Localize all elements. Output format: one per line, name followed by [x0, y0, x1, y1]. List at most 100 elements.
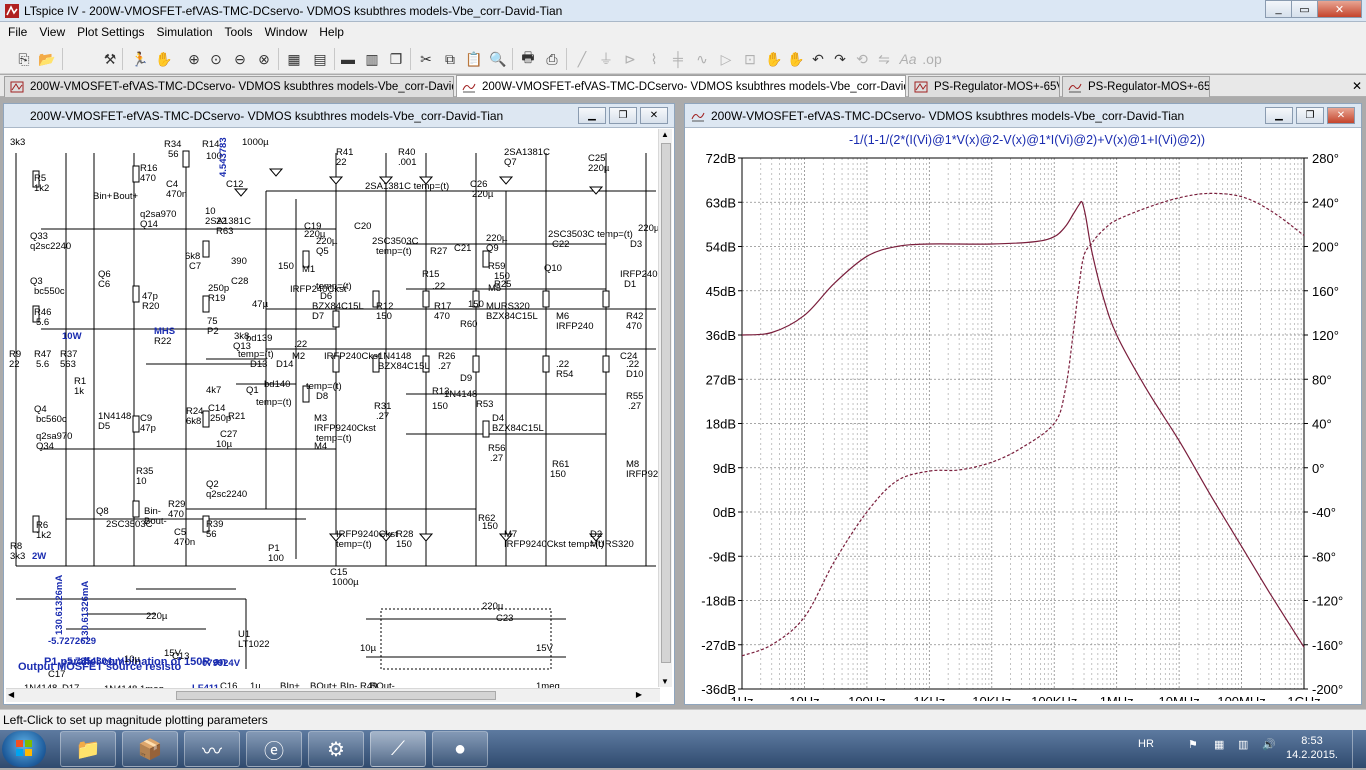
schematic-component[interactable]: [482, 420, 490, 438]
schematic-component[interactable]: [182, 150, 190, 168]
schematic-canvas[interactable]: 3k3R51k2Q33q2sc2240Q3bc550cR465.6R922R47…: [6, 129, 660, 701]
run-icon[interactable]: 🏃: [130, 49, 150, 69]
paste-icon[interactable]: 📋: [464, 49, 484, 69]
schematic-component[interactable]: [422, 290, 430, 308]
internet-explorer-icon[interactable]: ⓔ: [246, 731, 302, 767]
print-icon[interactable]: ⎙: [542, 49, 562, 69]
find-icon[interactable]: 🔍: [488, 49, 508, 69]
bode-plot[interactable]: -1/(1-1/(2*(I(Vi)@1*V(x)@2-V(x)@1*I(Vi)@…: [687, 129, 1359, 701]
network-icon[interactable]: ▦: [1214, 738, 1224, 751]
installer-icon[interactable]: 📦: [122, 731, 178, 767]
schematic-component[interactable]: [602, 290, 610, 308]
tile-vertical-icon[interactable]: ▥: [362, 49, 382, 69]
vertical-scrollbar[interactable]: ▲ ▼: [658, 129, 672, 687]
schematic-component[interactable]: [472, 355, 480, 373]
settings-app-icon[interactable]: ⚙: [308, 731, 364, 767]
menu-simulation[interactable]: Simulation: [151, 22, 219, 42]
schematic-component[interactable]: [132, 285, 140, 303]
tab-waveform-2[interactable]: PS-Regulator-MOS+-65V: [1062, 76, 1210, 97]
waveform-minimize-button[interactable]: ▁: [1265, 107, 1293, 124]
redo-icon[interactable]: ↷: [830, 49, 850, 69]
menu-view[interactable]: View: [33, 22, 71, 42]
schematic-label: Q9: [486, 243, 499, 254]
wire-icon[interactable]: ╱: [572, 49, 592, 69]
cascade-icon[interactable]: ❐: [386, 49, 406, 69]
network-status-icon[interactable]: ▥: [1238, 738, 1248, 751]
copy-icon[interactable]: ⧉: [440, 49, 460, 69]
phase-trace[interactable]: [741, 192, 1305, 657]
green-app-icon[interactable]: ●: [432, 731, 488, 767]
resistor-icon[interactable]: ⌇: [644, 49, 664, 69]
label-net-icon[interactable]: ⊳: [620, 49, 640, 69]
drag-hand-icon[interactable]: ✋: [786, 49, 806, 69]
trace-expression-label[interactable]: -1/(1-1/(2*(I(Vi)@1*V(x)@2-V(x)@1*I(Vi)@…: [849, 133, 1205, 147]
cut-icon[interactable]: ✂: [416, 49, 436, 69]
tab-waveform-1[interactable]: 200W-VMOSFET-efVAS-TMC-DCservo- VDMOS ks…: [456, 75, 906, 97]
schematic-restore-button[interactable]: ❐: [609, 107, 637, 124]
capacitor-icon[interactable]: ╪: [668, 49, 688, 69]
menu-tools[interactable]: Tools: [219, 22, 259, 42]
print-setup-icon[interactable]: 🖶: [518, 49, 538, 69]
undo-icon[interactable]: ↶: [808, 49, 828, 69]
vscroll-thumb[interactable]: [661, 143, 671, 663]
grid-icon[interactable]: ▤: [310, 49, 330, 69]
schematic-component[interactable]: [132, 500, 140, 518]
open-icon[interactable]: 📂: [37, 49, 57, 69]
clock-date: 14.2.2015.: [1286, 749, 1338, 761]
tile-horizontal-icon[interactable]: ▬: [338, 49, 358, 69]
menu-file[interactable]: File: [2, 22, 33, 42]
oscilloscope-icon[interactable]: 〰: [184, 731, 240, 767]
zoom-cancel-icon[interactable]: ⊗: [254, 49, 274, 69]
maximize-button[interactable]: ▭: [1291, 0, 1318, 18]
schematic-label: Q8: [96, 506, 109, 517]
menu-plot-settings[interactable]: Plot Settings: [71, 22, 150, 42]
file-explorer-icon[interactable]: 📁: [60, 731, 116, 767]
subcircuit-block[interactable]: [380, 608, 552, 670]
zoom-area-icon[interactable]: ⊙: [206, 49, 226, 69]
horizontal-scrollbar[interactable]: ◀ ▶: [6, 688, 660, 702]
autorange-icon[interactable]: ▦: [284, 49, 304, 69]
spice-directive-icon[interactable]: .op: [922, 49, 942, 69]
tab-schematic-1[interactable]: 200W-VMOSFET-efVAS-TMC-DCservo- VDMOS ks…: [4, 76, 454, 97]
schematic-component[interactable]: [542, 290, 550, 308]
menu-help[interactable]: Help: [313, 22, 350, 42]
text-icon[interactable]: Aa: [898, 49, 918, 69]
zoom-out-icon[interactable]: ⊖: [230, 49, 250, 69]
inductor-icon[interactable]: ∿: [692, 49, 712, 69]
flag-icon[interactable]: ⚑: [1188, 738, 1198, 751]
zoom-in-icon[interactable]: ⊕: [184, 49, 204, 69]
schematic-component[interactable]: [132, 165, 140, 183]
diode-icon[interactable]: ▷: [716, 49, 736, 69]
waveform-restore-button[interactable]: ❐: [1296, 107, 1324, 124]
show-desktop-button[interactable]: [1352, 730, 1366, 768]
schematic-component[interactable]: [202, 240, 210, 258]
start-button[interactable]: [2, 731, 46, 767]
ltspice-taskbar-icon[interactable]: ⟋: [370, 731, 426, 767]
x-tick-label: 100KHz: [1031, 694, 1077, 701]
pan-hand-icon[interactable]: ✋: [154, 49, 174, 69]
rotate-icon[interactable]: ⟲: [852, 49, 872, 69]
clock[interactable]: 8:53 14.2.2015.: [1286, 734, 1338, 762]
schematic-component[interactable]: [132, 415, 140, 433]
hammer-icon[interactable]: ⚒: [100, 49, 120, 69]
schematic-close-button[interactable]: ✕: [640, 107, 668, 124]
waveform-close-button[interactable]: ✕: [1327, 107, 1355, 124]
schematic-component[interactable]: [602, 355, 610, 373]
menu-window[interactable]: Window: [259, 22, 314, 42]
component-icon[interactable]: ⊡: [740, 49, 760, 69]
schematic-minimize-button[interactable]: ▁: [578, 107, 606, 124]
schematic-component[interactable]: [542, 355, 550, 373]
ground-icon[interactable]: ⏚: [596, 49, 616, 69]
new-schematic-icon[interactable]: ⎘: [14, 49, 34, 69]
move-hand-icon[interactable]: ✋: [764, 49, 784, 69]
volume-icon[interactable]: 🔊: [1262, 738, 1276, 751]
close-tab-icon[interactable]: ✕: [1352, 79, 1362, 93]
schematic-component[interactable]: [332, 310, 340, 328]
language-indicator[interactable]: HR: [1138, 738, 1154, 750]
close-button[interactable]: ✕: [1317, 0, 1362, 18]
minimize-button[interactable]: _: [1265, 0, 1292, 18]
magnitude-trace[interactable]: [741, 200, 1305, 648]
mirror-icon[interactable]: ⇋: [874, 49, 894, 69]
tab-schematic-2[interactable]: PS-Regulator-MOS+-65V: [908, 76, 1060, 97]
hscroll-thumb[interactable]: [176, 691, 496, 700]
